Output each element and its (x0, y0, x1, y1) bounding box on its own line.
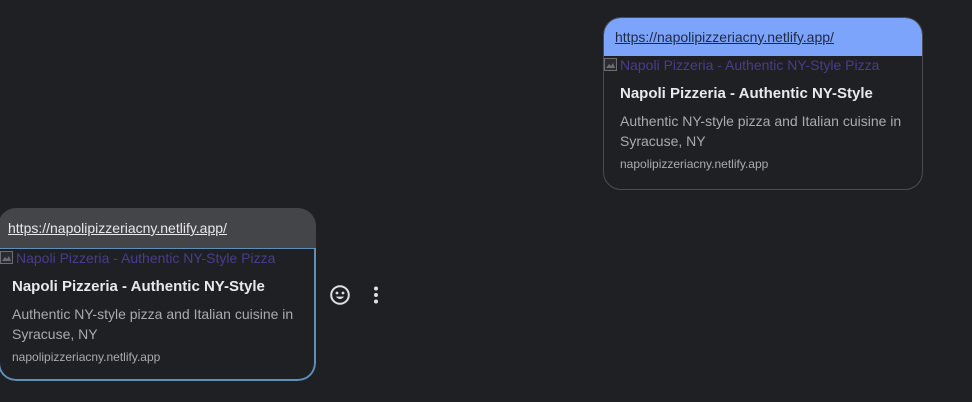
received-url-text[interactable]: https://napolipizzeriacny.netlify.app/ (8, 220, 227, 236)
more-options-button[interactable] (361, 280, 391, 310)
sent-link-description: Authentic NY-style pizza and Italian cui… (620, 113, 902, 149)
sent-link-domain: napolipizzeriacny.netlify.app (620, 157, 769, 171)
received-link-description: Authentic NY-style pizza and Italian cui… (12, 306, 294, 342)
received-link-title: Napoli Pizzeria - Authentic NY-Style (12, 278, 265, 295)
sent-preview-body[interactable]: Napoli Pizzeria - Authentic NY-Style Piz… (604, 56, 922, 171)
broken-image-icon (0, 251, 13, 264)
sent-preview-image: Napoli Pizzeria - Authentic NY-Style Piz… (604, 56, 922, 73)
received-message-url-link[interactable]: https://napolipizzeriacny.netlify.app/ (0, 208, 316, 248)
broken-image-icon (604, 58, 617, 71)
add-reaction-button[interactable] (325, 280, 355, 310)
received-link-domain: napolipizzeriacny.netlify.app (12, 350, 161, 364)
sent-link-preview-card[interactable]: https://napolipizzeriacny.netlify.app/ N… (603, 17, 923, 190)
received-preview-body[interactable]: Napoli Pizzeria - Authentic NY-Style Piz… (0, 248, 316, 381)
sent-image-alt-text: Napoli Pizzeria - Authentic NY-Style Piz… (620, 56, 880, 73)
chat-view: https://napolipizzeriacny.netlify.app/ N… (0, 0, 972, 402)
sent-link-title: Napoli Pizzeria - Authentic NY-Style (620, 85, 873, 102)
sent-message-url-link[interactable]: https://napolipizzeriacny.netlify.app/ (604, 18, 922, 56)
smiley-face-icon (330, 285, 350, 305)
received-preview-image: Napoli Pizzeria - Authentic NY-Style Piz… (0, 249, 314, 266)
sent-url-text[interactable]: https://napolipizzeriacny.netlify.app/ (615, 29, 834, 45)
received-link-preview-card[interactable]: https://napolipizzeriacny.netlify.app/ N… (0, 208, 316, 381)
received-image-alt-text: Napoli Pizzeria - Authentic NY-Style Piz… (16, 249, 276, 266)
vertical-dots-icon (374, 286, 378, 304)
